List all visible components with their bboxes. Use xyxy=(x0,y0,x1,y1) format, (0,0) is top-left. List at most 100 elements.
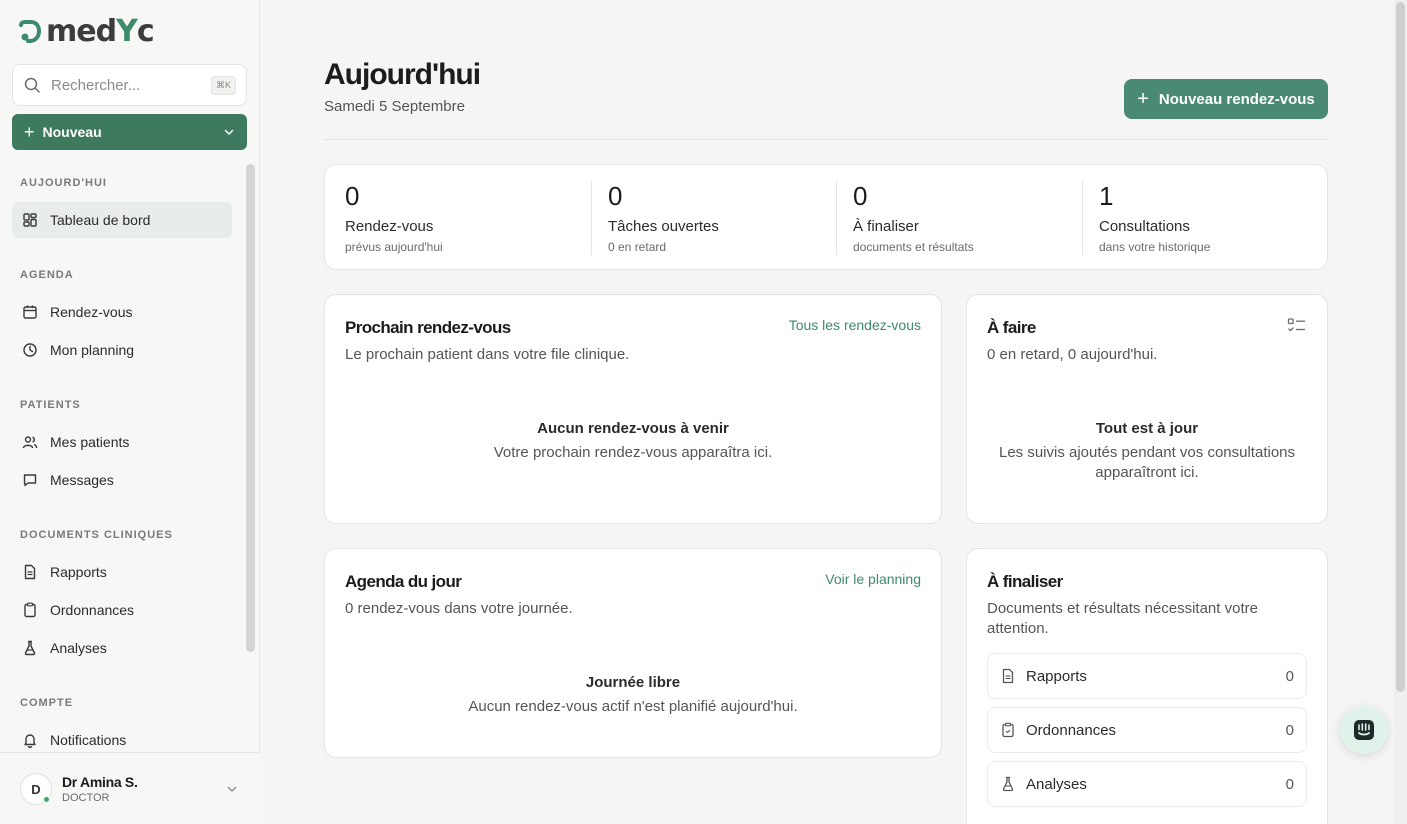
search-shortcut-badge: ⌘K xyxy=(210,75,236,95)
logo-y-glyph: Y xyxy=(116,14,138,49)
page-date: Samedi 5 Septembre xyxy=(324,98,465,115)
card-subtitle: Le prochain patient dans votre file clin… xyxy=(345,346,630,363)
sidebar-item-reports[interactable]: Rapports xyxy=(12,554,232,590)
file-text-icon xyxy=(24,564,36,580)
stats-card: 0 Rendez-vous prévus aujourd'hui 0 Tâche… xyxy=(324,164,1328,270)
empty-state-title: Aucun rendez-vous à venir xyxy=(537,420,729,437)
sidebar-item-label: Rapports xyxy=(50,564,107,580)
card-subtitle: 0 en retard, 0 aujourd'hui. xyxy=(987,346,1158,363)
empty-state: Tout est à jour Les suivis ajoutés penda… xyxy=(967,420,1327,483)
empty-state-title: Tout est à jour xyxy=(1095,420,1199,437)
user-menu[interactable]: D Dr Amina S. DOCTOR xyxy=(0,752,260,824)
section-label-agenda: AGENDA xyxy=(20,269,74,281)
card-subtitle: Documents et résultats nécessitant votre… xyxy=(987,600,1258,637)
section-label-account: COMPTE xyxy=(20,697,74,709)
bell-icon xyxy=(24,734,36,748)
sidebar-item-my-patients[interactable]: Mes patients xyxy=(12,424,232,460)
stat-open-tasks: 0 Tâches ouvertes 0 en retard xyxy=(608,181,719,254)
row-label: Ordonnances xyxy=(1026,721,1117,739)
message-icon xyxy=(23,474,37,487)
stat-label: À finaliser xyxy=(853,218,919,235)
section-label-patients: PATIENTS xyxy=(20,399,81,411)
page-title: Aujourd'hui xyxy=(324,58,481,91)
card-title: À finaliser xyxy=(987,572,1063,591)
logo-text-start: med xyxy=(46,14,117,49)
sidebar-item-planning[interactable]: Mon planning xyxy=(12,332,232,368)
user-name: Dr Amina S. xyxy=(62,774,138,790)
sidebar-item-appointments[interactable]: Rendez-vous xyxy=(12,294,232,330)
todo-card: À faire 0 en retard, 0 aujourd'hui. Tout… xyxy=(966,294,1328,524)
flask-icon xyxy=(1002,776,1014,792)
sidebar-item-label: Tableau de bord xyxy=(50,212,151,228)
card-title: À faire xyxy=(987,318,1036,337)
stat-separator xyxy=(1082,181,1083,255)
row-label: Analyses xyxy=(1026,775,1087,793)
clipboard-icon xyxy=(1002,722,1014,738)
chat-launcher-button[interactable] xyxy=(1340,706,1388,754)
sidebar-item-label: Mon planning xyxy=(50,342,135,358)
sidebar-item-notifications[interactable]: Notifications xyxy=(12,722,232,752)
to-finalize-card: À finaliser Documents et résultats néces… xyxy=(966,548,1328,824)
stat-value: 0 xyxy=(608,181,623,211)
empty-state-text: Aucun rendez-vous actif n'est planifié a… xyxy=(468,698,798,715)
chevron-down-icon xyxy=(227,786,237,792)
stat-sub: 0 en retard xyxy=(608,240,667,254)
logo-text-end: c xyxy=(136,14,155,49)
stat-sub: dans votre historique xyxy=(1099,240,1211,254)
stat-to-finalize: 0 À finaliser documents et résultats xyxy=(853,181,974,254)
sidebar-item-messages[interactable]: Messages xyxy=(12,462,232,498)
card-title: Agenda du jour xyxy=(345,572,462,591)
empty-state-text: Votre prochain rendez-vous apparaîtra ic… xyxy=(493,444,773,461)
row-count: 0 xyxy=(1285,667,1294,685)
stat-label: Tâches ouvertes xyxy=(608,218,719,235)
page-scrollbar-thumb[interactable] xyxy=(1396,2,1405,692)
search-input[interactable]: Rechercher... xyxy=(51,77,211,94)
search-box[interactable]: Rechercher... ⌘K xyxy=(12,64,247,106)
stat-sub: documents et résultats xyxy=(853,240,974,254)
sidebar-item-label: Analyses xyxy=(50,640,107,656)
view-planning-link[interactable]: Voir le planning xyxy=(825,571,921,587)
sidebar-nav: AUJOURD'HUI Tableau de bord AGENDA Rende… xyxy=(0,162,244,752)
logo-text: medYc xyxy=(46,14,155,49)
chat-icon xyxy=(1354,720,1374,740)
section-label-documents: DOCUMENTS CLINIQUES xyxy=(20,529,173,541)
file-text-icon xyxy=(1002,668,1014,684)
users-icon xyxy=(22,436,38,449)
page-scrollbar[interactable] xyxy=(1394,0,1407,824)
medyc-logo[interactable]: medYc xyxy=(18,14,155,50)
stat-sub: prévus aujourd'hui xyxy=(345,240,443,254)
all-appointments-link[interactable]: Tous les rendez-vous xyxy=(789,317,921,333)
search-icon xyxy=(24,77,40,93)
empty-state-text: Les suivis ajoutés pendant vos consultat… xyxy=(998,444,1295,481)
stat-value: 1 xyxy=(1099,181,1114,211)
finalize-row-analyses[interactable]: Analyses 0 xyxy=(987,761,1307,807)
sidebar: medYc Rechercher... ⌘K + Nouveau AUJOURD… xyxy=(0,0,260,824)
new-appointment-label: Nouveau rendez-vous xyxy=(1158,90,1315,108)
logo-mark-icon xyxy=(19,20,42,43)
card-subtitle: 0 rendez-vous dans votre journée. xyxy=(345,600,573,617)
agenda-card: Agenda du jour 0 rendez-vous dans votre … xyxy=(324,548,942,758)
plus-icon: + xyxy=(24,122,35,142)
header-divider xyxy=(324,139,1328,140)
stat-value: 0 xyxy=(853,181,868,211)
checklist-icon[interactable] xyxy=(1287,317,1307,335)
sidebar-item-prescriptions[interactable]: Ordonnances xyxy=(12,592,232,628)
user-role: DOCTOR xyxy=(62,792,110,804)
finalize-row-reports[interactable]: Rapports 0 xyxy=(987,653,1307,699)
sidebar-item-label: Mes patients xyxy=(50,434,130,450)
sidebar-item-analyses[interactable]: Analyses xyxy=(12,630,232,666)
new-appointment-button[interactable]: + Nouveau rendez-vous xyxy=(1124,79,1328,119)
calendar-icon xyxy=(23,305,37,319)
new-button[interactable]: + Nouveau xyxy=(12,114,247,150)
sidebar-item-label: Rendez-vous xyxy=(50,304,133,320)
sidebar-item-label: Ordonnances xyxy=(50,602,135,618)
finalize-row-prescriptions[interactable]: Ordonnances 0 xyxy=(987,707,1307,753)
online-status-dot xyxy=(43,796,50,803)
clock-icon xyxy=(23,343,37,357)
dashboard-icon xyxy=(23,213,37,227)
sidebar-scrollbar[interactable] xyxy=(246,164,255,652)
plus-icon: + xyxy=(1137,88,1149,110)
sidebar-item-label: Notifications xyxy=(50,732,127,748)
sidebar-item-label: Messages xyxy=(50,472,114,488)
sidebar-item-dashboard[interactable]: Tableau de bord xyxy=(12,202,232,238)
